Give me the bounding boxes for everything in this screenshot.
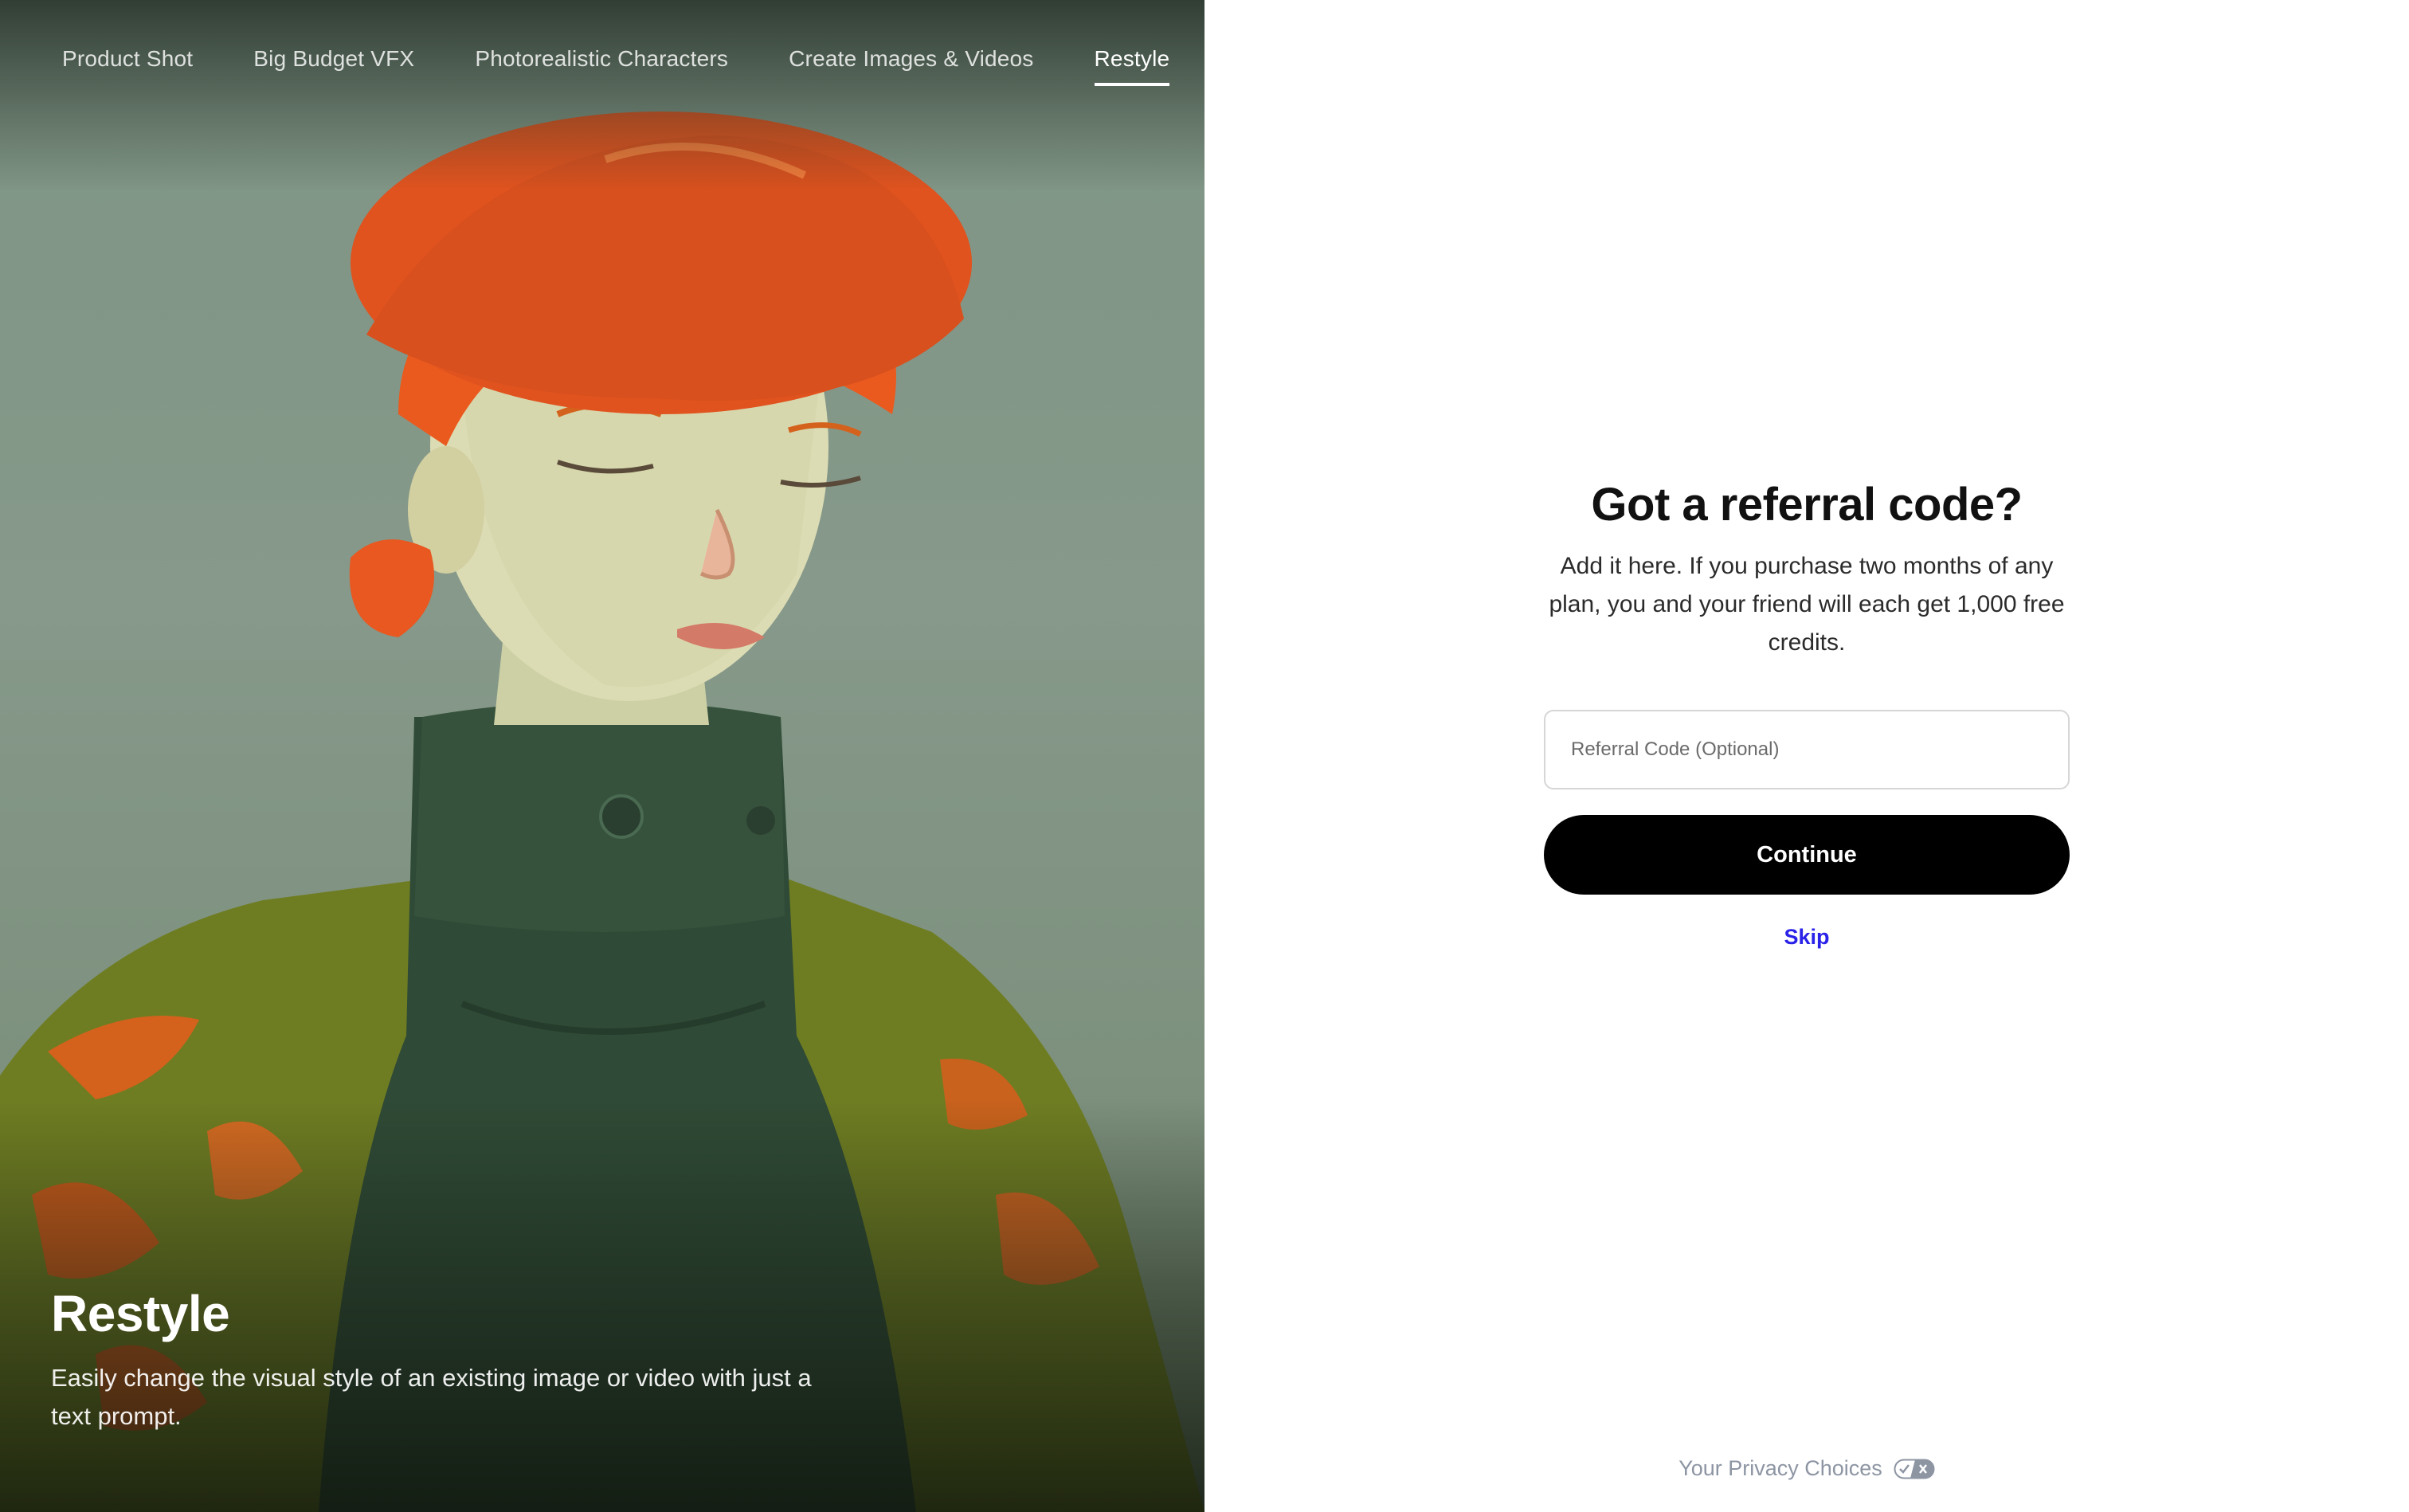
tab-photorealistic-characters[interactable]: Photorealistic Characters (475, 46, 728, 86)
hero-description: Easily change the visual style of an exi… (51, 1364, 812, 1430)
tab-restyle[interactable]: Restyle (1094, 46, 1170, 86)
privacy-choices-label: Your Privacy Choices (1678, 1456, 1882, 1480)
privacy-choices-link[interactable]: Your Privacy Choices (1204, 1456, 2409, 1481)
feature-tabs: Product Shot Big Budget VFX Photorealist… (62, 46, 1170, 86)
tab-product-shot[interactable]: Product Shot (62, 46, 193, 86)
referral-form: Got a referral code? Add it here. If you… (1544, 478, 2070, 950)
hero-caption: Restyle Easily change the visual style o… (51, 1284, 832, 1436)
form-description: Add it here. If you purchase two months … (1549, 553, 2065, 656)
referral-panel: Got a referral code? Add it here. If you… (1204, 0, 2409, 1512)
page-title: Got a referral code? (1591, 479, 2023, 531)
hero-panel: Product Shot Big Budget VFX Photorealist… (0, 0, 1204, 1512)
tab-create-images-videos[interactable]: Create Images & Videos (789, 46, 1033, 86)
skip-link[interactable]: Skip (1784, 925, 1829, 950)
tab-big-budget-vfx[interactable]: Big Budget VFX (253, 46, 414, 86)
hero-title: Restyle (51, 1285, 230, 1342)
privacy-toggle-icon (1894, 1459, 1935, 1479)
hero-top-gradient (0, 0, 1204, 191)
continue-button[interactable]: Continue (1544, 815, 2070, 895)
referral-code-input[interactable] (1544, 710, 2070, 789)
